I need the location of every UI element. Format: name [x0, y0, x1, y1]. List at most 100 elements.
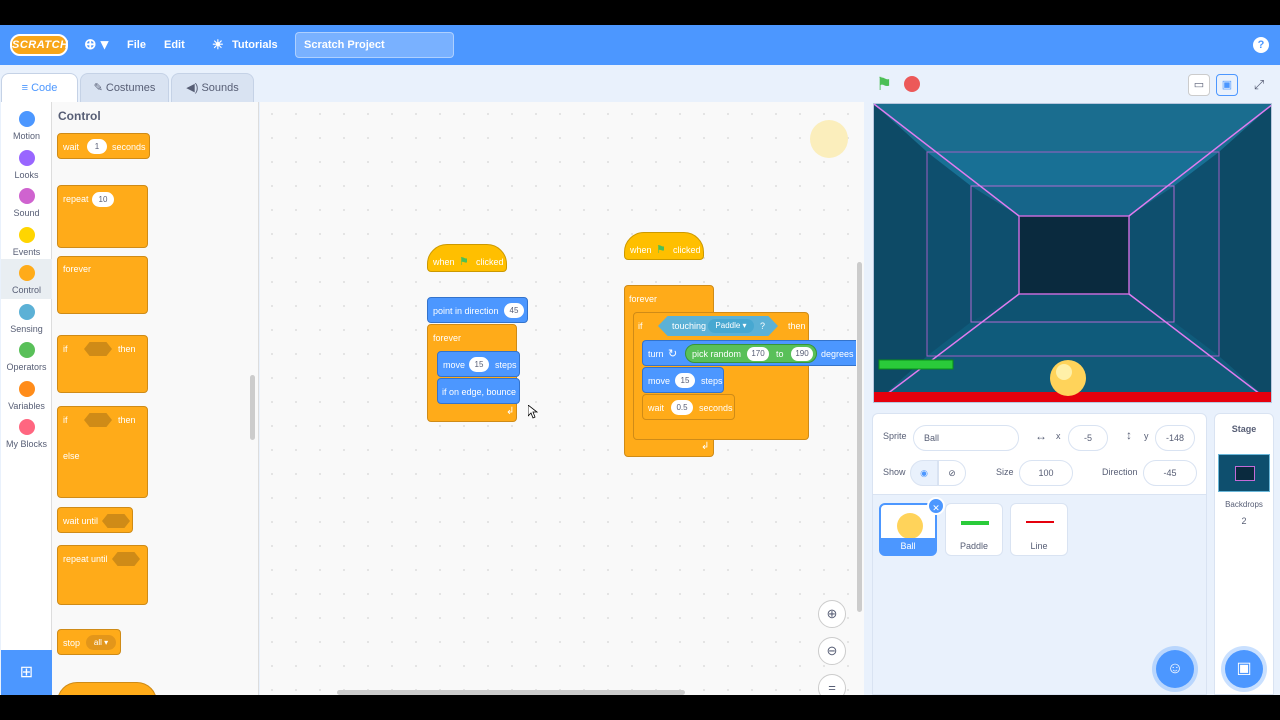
category-operators[interactable]: Operators [1, 336, 52, 374]
fullscreen-icon: ⤢ [1253, 77, 1265, 92]
size-input[interactable]: 100 [1019, 460, 1073, 486]
choose-backdrop-button[interactable]: ▣ [1225, 650, 1263, 688]
tab-code[interactable]: ≡ Code [1, 73, 78, 103]
brush-icon: ✎ [93, 82, 106, 94]
large-stage-icon: ▣ [1221, 79, 1233, 91]
pick-random-block[interactable]: pick random 170 to 190 [685, 344, 817, 363]
image-plus-icon: ▣ [1236, 660, 1252, 677]
tab-sounds[interactable]: ◀) Sounds [171, 73, 254, 102]
green-flag-button[interactable]: ⚑ [876, 74, 892, 95]
category-events[interactable]: Events [1, 221, 52, 259]
zoom-reset-button[interactable]: = [818, 674, 846, 695]
category-control[interactable]: Control [1, 259, 52, 299]
code-workspace[interactable]: when ⚑ clicked point in direction 45 for… [260, 102, 864, 695]
move-steps-block[interactable]: move 15 steps [642, 367, 724, 393]
edit-menu[interactable]: Edit [164, 25, 185, 65]
small-stage-icon: ▭ [1193, 79, 1205, 91]
eye-slash-icon: ⊘ [948, 468, 956, 478]
repeat-block[interactable]: repeat 10 [57, 185, 148, 248]
category-my-blocks[interactable]: My Blocks [1, 413, 52, 451]
extension-icon: ⊞ [19, 664, 34, 681]
backdrop-thumbnail [1218, 454, 1270, 492]
workspace-vertical-scrollbar[interactable] [857, 262, 862, 612]
file-menu[interactable]: File [127, 25, 146, 65]
steps-input[interactable]: 15 [675, 373, 695, 388]
show-visible-button[interactable]: ◉ [910, 460, 938, 486]
large-stage-button[interactable]: ▣ [1216, 74, 1238, 96]
direction-input[interactable]: 45 [504, 303, 524, 318]
y-arrows-icon: ↕ [1126, 428, 1132, 442]
sprite-item-ball[interactable]: Ball ✕ [879, 497, 945, 556]
palette-scrollbar[interactable] [250, 375, 255, 440]
condition-slot[interactable] [84, 342, 112, 356]
direction-input[interactable]: -45 [1143, 460, 1197, 486]
wait-input[interactable]: 0.5 [671, 400, 693, 415]
reset-zoom-icon: = [828, 680, 836, 695]
when-flag-clicked-hat[interactable]: when ⚑ clicked [624, 232, 704, 260]
hide-button[interactable]: ⊘ [938, 460, 966, 486]
wait-input[interactable]: 1 [87, 139, 107, 154]
wait-until-block[interactable]: wait until [57, 507, 133, 533]
steps-input[interactable]: 15 [469, 357, 489, 372]
y-position-input[interactable]: -148 [1155, 425, 1195, 451]
sprite-thumbnail-watermark [810, 120, 848, 158]
tutorials-menu[interactable]: Tutorials [232, 25, 278, 65]
sprite-item-paddle[interactable]: Paddle [945, 503, 1003, 556]
touching-dropdown[interactable]: Paddle ▾ [708, 319, 754, 333]
sprite-name-input[interactable]: Ball [913, 425, 1019, 451]
tutorials-bulb-icon[interactable]: ☀ [212, 25, 224, 65]
random-to-input[interactable]: 190 [791, 347, 813, 361]
condition-slot[interactable] [112, 552, 140, 566]
forever-block[interactable]: forever [57, 256, 148, 314]
category-looks[interactable]: Looks [1, 144, 52, 182]
stage-header: ⚑ ▭ ▣ ⤢ [868, 70, 1280, 100]
repeat-until-block[interactable]: repeat until [57, 545, 148, 605]
menu-bar: SCRATCH ⊕ ▾ File Edit ☀ Tutorials Scratc… [0, 25, 1280, 65]
help-icon[interactable]: ? [1253, 37, 1269, 53]
scratch-logo[interactable]: SCRATCH [10, 34, 68, 56]
hat-block-partial[interactable] [57, 682, 157, 695]
condition-slot[interactable] [102, 514, 130, 528]
zoom-in-icon: ⊕ [826, 606, 838, 621]
zoom-out-icon: ⊖ [826, 643, 838, 658]
category-menu: Motion Looks Sound Events Control Sensin… [1, 102, 52, 695]
point-in-direction-block[interactable]: point in direction 45 [427, 297, 528, 323]
if-then-block[interactable]: if then [57, 335, 148, 393]
when-flag-clicked-hat[interactable]: when ⚑ clicked [427, 244, 507, 272]
small-stage-button[interactable]: ▭ [1188, 74, 1210, 96]
wait-seconds-block[interactable]: wait 0.5 seconds [642, 394, 735, 420]
stop-button[interactable] [904, 76, 920, 92]
delete-sprite-button[interactable]: ✕ [927, 497, 945, 515]
category-sound[interactable]: Sound [1, 182, 52, 220]
sprite-item-line[interactable]: Line [1010, 503, 1068, 556]
zoom-in-button[interactable]: ⊕ [818, 600, 846, 628]
zoom-out-button[interactable]: ⊖ [818, 637, 846, 665]
random-from-input[interactable]: 170 [747, 347, 769, 361]
if-else-block[interactable]: if then else [57, 406, 148, 498]
touching-block[interactable]: touching Paddle ▾ ? [658, 316, 778, 336]
language-globe-icon[interactable]: ⊕ ▾ [84, 25, 108, 65]
turn-degrees-block[interactable]: turn ↻ pick random 170 to 190 degrees [642, 340, 856, 366]
project-title-input[interactable]: Scratch Project [295, 32, 454, 58]
category-motion[interactable]: Motion [1, 105, 52, 143]
paddle-thumbnail [961, 521, 989, 525]
stop-block[interactable]: stop all ▾ [57, 629, 121, 655]
category-sensing[interactable]: Sensing [1, 298, 52, 336]
wait-block[interactable]: wait 1 seconds [57, 133, 150, 159]
x-position-input[interactable]: -5 [1068, 425, 1108, 451]
stage-canvas[interactable] [873, 103, 1272, 403]
scratch-editor: SCRATCH ⊕ ▾ File Edit ☀ Tutorials Scratc… [0, 25, 1280, 695]
stop-dropdown[interactable]: all ▾ [86, 635, 116, 650]
sprite-info-panel: Sprite Ball ↔ x -5 ↕ y -148 Show ◉ ⊘ Siz… [872, 413, 1207, 495]
workspace-horizontal-scrollbar[interactable] [337, 690, 685, 695]
eye-icon: ◉ [920, 468, 928, 478]
choose-sprite-button[interactable]: ☺ [1156, 650, 1194, 688]
tab-costumes[interactable]: ✎ Costumes [80, 73, 169, 102]
move-steps-block[interactable]: move 15 steps [437, 351, 520, 377]
add-extension-button[interactable]: ⊞ [1, 650, 52, 695]
repeat-input[interactable]: 10 [92, 192, 114, 207]
if-on-edge-bounce-block[interactable]: if on edge, bounce [437, 378, 520, 404]
fullscreen-button[interactable]: ⤢ [1248, 74, 1270, 96]
category-variables[interactable]: Variables [1, 375, 52, 413]
condition-slot[interactable] [84, 413, 112, 427]
